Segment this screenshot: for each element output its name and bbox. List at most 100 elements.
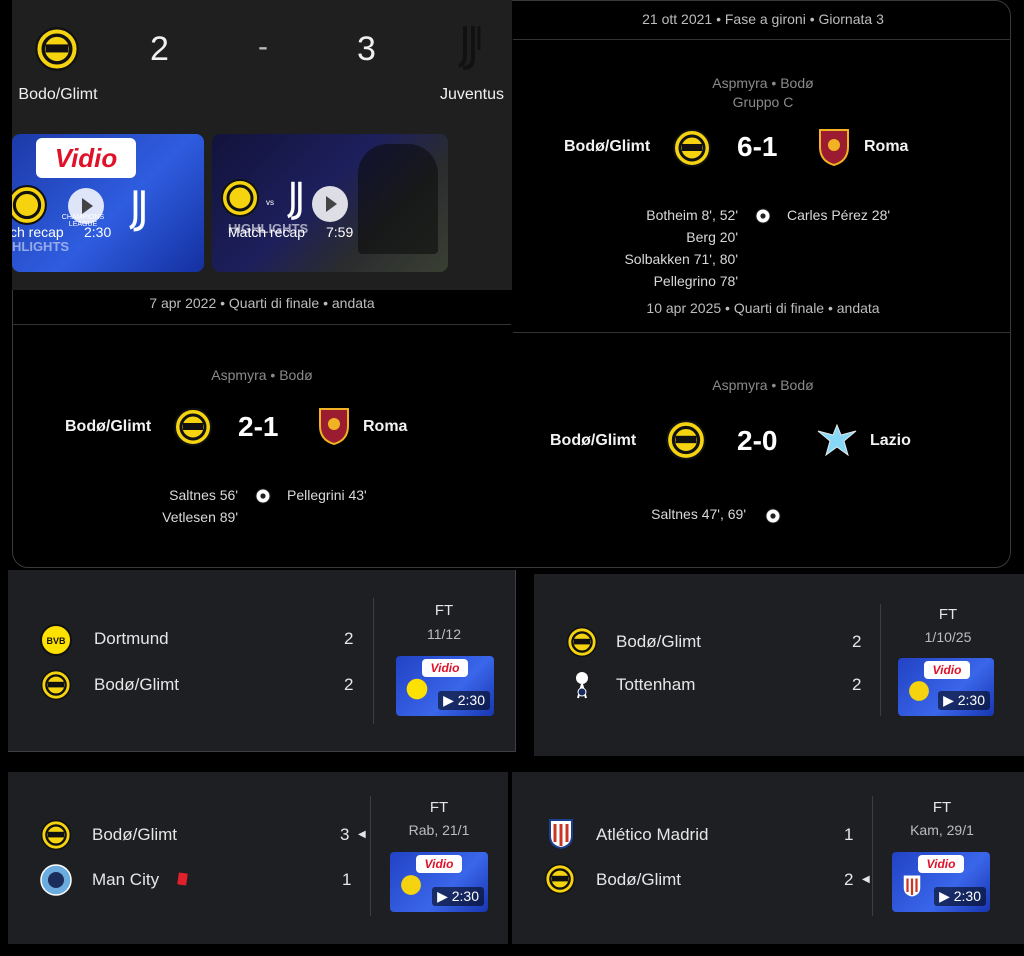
bodo-glimt-logo-icon xyxy=(40,819,72,851)
home-team-name: Atlético Madrid xyxy=(596,825,709,844)
bodo-glimt-logo-icon xyxy=(544,863,576,895)
match-meta: 7 apr 2022 • Quarti di finale • andata xyxy=(149,295,375,311)
away-score: 2 xyxy=(852,675,862,694)
divider xyxy=(513,39,1011,40)
duration-text: 2:30 xyxy=(451,888,479,904)
away-team-name[interactable]: Roma xyxy=(864,138,908,156)
bodo-glimt-logo-icon xyxy=(40,669,72,701)
home-scorer: Botheim 8', 52' xyxy=(646,207,738,223)
match-score[interactable]: 2-1 xyxy=(238,411,278,443)
lazio-eagle-logo-icon xyxy=(817,423,857,457)
vidio-logo: Vidio xyxy=(416,855,462,873)
highlight-thumbnail[interactable]: Vidio ▶ 2:30 xyxy=(390,852,488,912)
match-status: FT xyxy=(434,602,454,619)
duration-text: 2:30 xyxy=(457,692,485,708)
vidio-logo: Vidio xyxy=(924,661,970,679)
away-team-name: Man City xyxy=(92,870,160,889)
home-scorer: Berg 20' xyxy=(686,229,738,245)
home-team-name[interactable]: Bodø/Glimt xyxy=(550,432,636,450)
video-duration: ▶ 2:30 xyxy=(432,887,484,906)
highlight-thumbnail[interactable]: Vidio ▶ 2:30 xyxy=(892,852,990,912)
home-scorer: Pellegrino 78' xyxy=(653,273,738,289)
divider xyxy=(373,598,374,724)
bodo-glimt-logo-icon xyxy=(909,681,929,701)
away-score: 2 xyxy=(844,870,854,889)
fixture-card[interactable]: Atlético Madrid 1 Bodø/Glimt 2 ◀ FT Kam,… xyxy=(512,772,1024,944)
match-date: 1/10/25 xyxy=(924,629,972,645)
away-scorer: Pellegrini 43' xyxy=(287,487,367,503)
home-score: 2 xyxy=(852,632,862,651)
highlight-thumbnail[interactable]: Vidio ▶ 2:30 xyxy=(396,656,494,716)
ball-icon xyxy=(755,208,771,224)
match-date: Kam, 29/1 xyxy=(910,822,974,838)
players-image xyxy=(358,144,438,254)
away-score: 2 xyxy=(344,675,354,694)
home-scorer: Saltnes 56' xyxy=(169,487,238,503)
juventus-logo-icon xyxy=(458,26,481,70)
bodo-glimt-logo-icon xyxy=(221,179,259,217)
video-duration: ▶ 2:30 xyxy=(934,887,986,906)
fixture-card[interactable]: Bodø/Glimt 2 Tottenham 2 FT 1/10/25 Vidi… xyxy=(534,574,1024,756)
away-team-name: Bodø/Glimt xyxy=(596,870,682,889)
dortmund-logo-icon: BVB xyxy=(40,624,72,656)
video-caption: Match recap xyxy=(228,224,306,240)
home-team-name[interactable]: Bodø/Glimt xyxy=(564,138,650,156)
away-team-name[interactable]: Lazio xyxy=(870,432,911,450)
man-city-logo-icon xyxy=(40,864,72,896)
vs-label: vs xyxy=(266,198,274,207)
match-status: FT xyxy=(938,606,958,623)
red-card-icon xyxy=(177,872,188,886)
highlight-thumbnail[interactable]: Vidio ▶ 2:30 xyxy=(898,658,994,716)
match-score[interactable]: 6-1 xyxy=(737,131,777,163)
match-meta: 21 ott 2021 • Fase a gironi • Giornata 3 xyxy=(642,11,884,27)
atletico-madrid-logo-icon xyxy=(549,819,573,850)
home-score: 3 xyxy=(340,825,350,844)
away-team-name: Bodø/Glimt xyxy=(94,675,180,694)
roma-logo-icon xyxy=(819,129,849,167)
away-team-name[interactable]: Roma xyxy=(363,418,407,436)
home-team-name: Dortmund xyxy=(94,629,169,648)
away-team-name: Tottenham xyxy=(616,675,696,694)
play-icon[interactable] xyxy=(68,188,104,224)
atletico-madrid-logo-icon xyxy=(903,875,921,897)
vidio-logo: Vidio xyxy=(422,659,468,677)
match-date: Rab, 21/1 xyxy=(408,822,470,838)
match-status: FT xyxy=(429,799,449,816)
match-status: FT xyxy=(932,799,952,816)
play-icon[interactable] xyxy=(312,186,348,222)
fixture-card[interactable]: Bodø/Glimt 3 ◀ Man City 1 FT Rab, 21/1 V… xyxy=(8,772,508,944)
roma-logo-icon xyxy=(319,408,349,446)
juventus-logo-icon xyxy=(129,190,145,232)
home-team-name[interactable]: Bodø/Glimt xyxy=(65,418,151,436)
divider xyxy=(370,796,371,916)
highlight-video-card[interactable]: vs HIGHLIGHTS Match recap 7:59 xyxy=(212,134,448,272)
home-score: 2 xyxy=(150,30,169,68)
video-duration: ▶ 2:30 xyxy=(438,691,490,710)
away-team-name[interactable]: Juventus xyxy=(432,86,512,104)
away-score: 1 xyxy=(342,870,352,889)
dortmund-logo-icon xyxy=(406,678,428,700)
bodo-glimt-logo-icon xyxy=(35,27,79,71)
juventus-logo-icon xyxy=(287,181,302,220)
bodo-glimt-logo-icon xyxy=(401,875,421,895)
divider xyxy=(13,324,511,325)
ball-icon xyxy=(765,508,781,524)
home-team-name: Bodø/Glimt xyxy=(92,825,178,844)
home-team-name[interactable]: Bodo/Glimt xyxy=(12,86,104,104)
away-score: 3 xyxy=(357,30,376,68)
tottenham-logo-icon xyxy=(576,672,588,699)
home-scorer: Solbakken 71', 80' xyxy=(624,251,738,267)
divider xyxy=(513,332,1011,333)
highlights-tag: HLIGHTS xyxy=(12,239,70,254)
vidio-logo: Vidio xyxy=(918,855,964,873)
away-scorer: Carles Pérez 28' xyxy=(787,207,891,223)
match-venue: Aspmyra • Bodø xyxy=(712,75,814,91)
duration-text: 2:30 xyxy=(957,692,985,708)
duration-text: 2:30 xyxy=(953,888,981,904)
divider xyxy=(880,604,881,716)
match-score[interactable]: 2-0 xyxy=(737,425,777,457)
highlight-video-card[interactable]: Vidio CHAMPIONS LEAGUE ch recap 2:30 HLI… xyxy=(12,134,204,272)
divider xyxy=(872,796,873,916)
juventus-match-header: Bodo/Glimt 2 - 3 Juventus Vidio CHAMPION… xyxy=(12,0,512,290)
fixture-card[interactable]: BVB Dortmund 2 Bodø/Glimt 2 FT 11/12 Vid… xyxy=(8,570,516,752)
